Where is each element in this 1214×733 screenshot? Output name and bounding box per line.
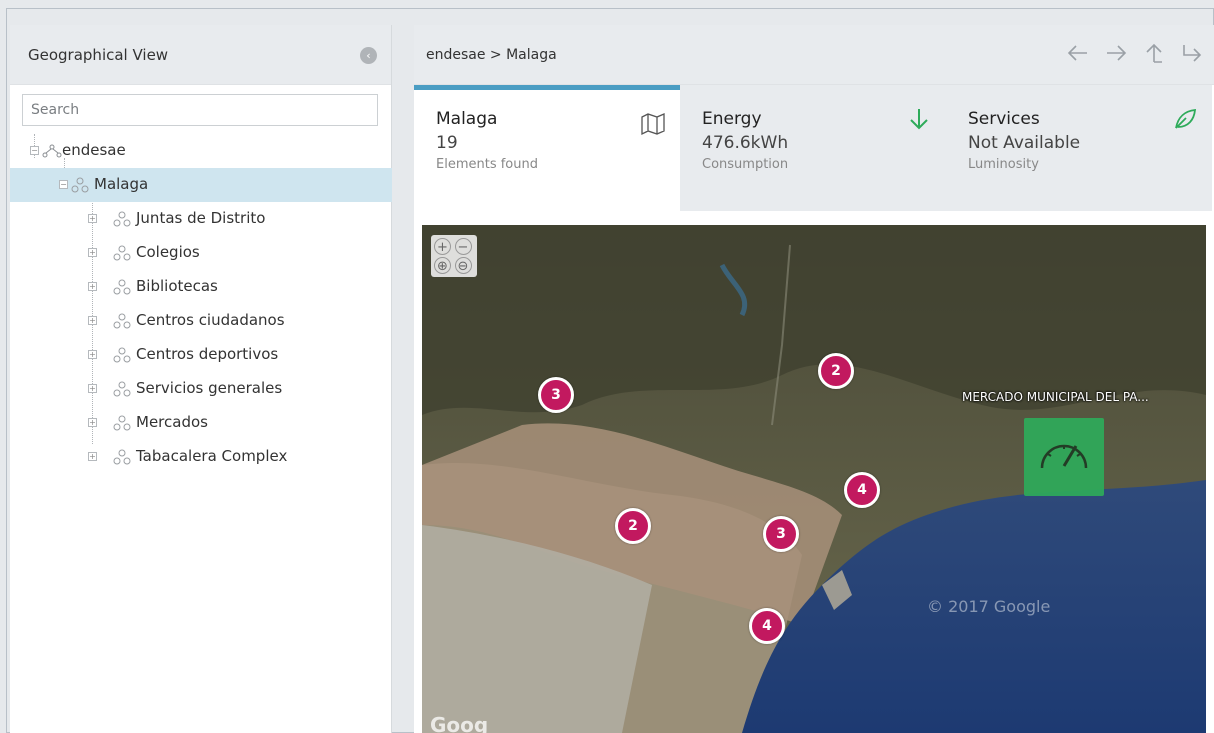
card-value: 476.6kWh (702, 133, 789, 153)
card-value: Not Available (968, 133, 1081, 153)
tree-item-label: Tabacalera Complex (136, 447, 288, 465)
tree-item-label: Colegios (136, 243, 200, 261)
map-cluster-marker[interactable]: 4 (844, 472, 880, 508)
tree-item-label: Centros ciudadanos (136, 311, 285, 329)
detail-header: endesae > Malaga (414, 25, 1214, 85)
panel-title: Geographical View (28, 45, 169, 64)
tree-item-label: Juntas de Distrito (136, 209, 266, 227)
map-cluster-marker[interactable]: 2 (818, 353, 854, 389)
search-wrap (10, 85, 391, 134)
card-value: 19 (436, 133, 458, 153)
expand-toggle[interactable]: + (88, 316, 97, 325)
tree-item-tabacalera-complex[interactable]: + Tabacalera Complex (10, 440, 392, 474)
zoom-out-icon[interactable]: − (454, 238, 472, 255)
group-icon (112, 245, 132, 261)
tree-item-label: Bibliotecas (136, 277, 218, 295)
map-copyright: © 2017 Google (927, 597, 1051, 616)
back-arrow-icon[interactable] (1066, 41, 1090, 69)
tree-item-endesae[interactable]: − endesae (10, 134, 392, 168)
network-icon (42, 143, 62, 159)
expand-toggle[interactable]: + (88, 418, 97, 427)
poi-marker[interactable] (1024, 418, 1104, 496)
map-cluster-marker[interactable]: 4 (749, 608, 785, 644)
card-subtitle: Consumption (702, 157, 789, 172)
map-cluster-marker[interactable]: 3 (763, 516, 799, 552)
tree-item-centros-ciudadanos[interactable]: + Centros ciudadanos (10, 304, 392, 338)
card-title: Malaga (436, 109, 498, 129)
tree-item-servicios-generales[interactable]: + Servicios generales (10, 372, 392, 406)
map-cluster-marker[interactable]: 3 (538, 377, 574, 413)
tree-item-label: Centros deportivos (136, 345, 279, 363)
collapse-toggle[interactable]: − (30, 146, 39, 155)
map-cluster-marker[interactable]: 2 (615, 508, 651, 544)
tree-item-centros-deportivos[interactable]: + Centros deportivos (10, 338, 392, 372)
satellite-map[interactable]: + − ⊕ ⊖ 3 2 2 4 3 4 MERCADO MUNICIPAL DE… (422, 225, 1206, 733)
expand-toggle[interactable]: + (88, 452, 97, 461)
services-card[interactable]: Services Not Available Luminosity (946, 85, 1212, 211)
zoom-fit-icon[interactable]: ⊖ (454, 256, 472, 274)
group-icon (112, 347, 132, 363)
forward-arrow-icon[interactable] (1104, 41, 1128, 69)
zoom-control[interactable]: + − ⊕ ⊖ (431, 235, 477, 277)
poi-label: MERCADO MUNICIPAL DEL PA... (962, 390, 1149, 404)
card-title: Services (968, 109, 1040, 129)
expand-toggle[interactable]: + (88, 282, 97, 291)
group-icon (112, 211, 132, 227)
group-icon (112, 381, 132, 397)
tree-item-mercados[interactable]: + Mercados (10, 406, 392, 440)
tree-item-malaga[interactable]: − Malaga (10, 168, 392, 202)
map-icon[interactable] (640, 112, 666, 136)
expand-toggle[interactable]: + (88, 384, 97, 393)
expand-toggle[interactable]: + (88, 350, 97, 359)
tree-item-colegios[interactable]: + Colegios (10, 236, 392, 270)
expand-toggle[interactable]: + (88, 248, 97, 257)
share-arrow-icon[interactable] (1180, 41, 1204, 69)
collapse-toggle[interactable]: − (59, 180, 68, 189)
group-icon (112, 449, 132, 465)
panel-header: Geographical View ‹ (10, 25, 391, 85)
malaga-card[interactable]: Malaga 19 Elements found (414, 85, 680, 211)
search-input[interactable] (22, 94, 378, 126)
nav-toolbar (1066, 41, 1204, 69)
card-title: Energy (702, 109, 762, 129)
summary-cards: Malaga 19 Elements found Energy 476.6kWh… (414, 85, 1214, 211)
energy-card[interactable]: Energy 476.6kWh Consumption (680, 85, 946, 211)
google-logo: Goog (430, 713, 489, 733)
tree-item-label: Malaga (94, 175, 149, 193)
breadcrumb: endesae > Malaga (426, 46, 557, 63)
arrow-down-icon (906, 107, 932, 131)
card-subtitle: Elements found (436, 157, 538, 172)
tree-item-label: endesae (62, 141, 126, 159)
tree-item-label: Servicios generales (136, 379, 283, 397)
expand-toggle[interactable]: + (88, 214, 97, 223)
up-arrow-icon[interactable] (1142, 41, 1166, 69)
zoom-in-icon[interactable]: + (434, 238, 451, 255)
zoom-box-icon[interactable]: ⊕ (434, 256, 451, 274)
location-tree: − endesae − Malaga + Juntas de Distrito … (10, 134, 392, 534)
tree-item-juntas-de-distrito[interactable]: + Juntas de Distrito (10, 202, 392, 236)
group-icon (112, 279, 132, 295)
geographical-view-panel: Geographical View ‹ − endesae − Malaga (10, 25, 392, 733)
detail-panel: endesae > Malaga Malaga 19 Elements foun… (414, 25, 1214, 733)
card-subtitle: Luminosity (968, 157, 1039, 172)
tree-item-bibliotecas[interactable]: + Bibliotecas (10, 270, 392, 304)
group-icon (70, 177, 90, 193)
leaf-icon (1172, 107, 1198, 131)
gauge-icon (1040, 444, 1088, 469)
group-icon (112, 313, 132, 329)
group-icon (112, 415, 132, 431)
collapse-panel-button[interactable]: ‹ (360, 47, 377, 64)
tree-item-label: Mercados (136, 413, 208, 431)
